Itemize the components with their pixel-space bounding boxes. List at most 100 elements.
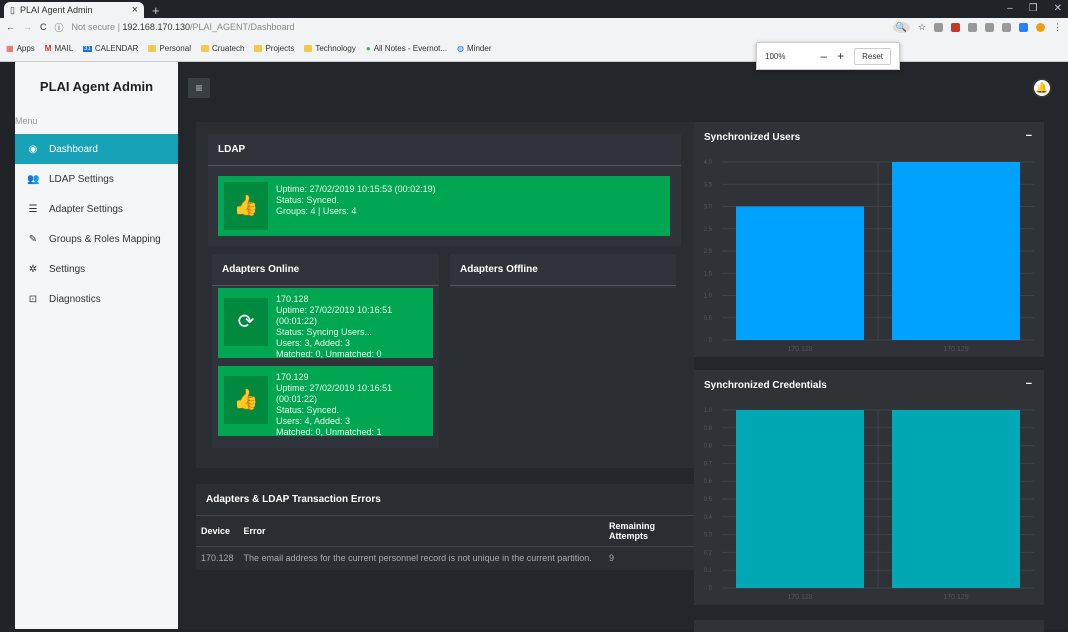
new-tab-button[interactable]: +	[152, 3, 160, 18]
bookmark-technology[interactable]: Technology	[304, 44, 356, 53]
adapter-card: ⟳ 170.128 Uptime: 27/02/2019 10:16:51 (0…	[218, 288, 433, 359]
sidebar-item-label: Diagnostics	[49, 293, 101, 305]
x-tick-label: 170.129	[943, 346, 968, 353]
y-tick-label: 2.0	[704, 249, 713, 255]
adapter-name: 170.128	[276, 294, 309, 304]
notification-bell-icon[interactable]: 🔔	[1032, 78, 1052, 98]
folder-icon	[254, 45, 263, 52]
bar	[736, 206, 864, 340]
ldap-card: 👍 Uptime: 27/02/2019 10:15:53 (00:02:19)…	[218, 176, 670, 236]
adapters-offline-title: Adapters Offline	[450, 254, 676, 286]
minimize-panel-button[interactable]: −	[1026, 130, 1032, 142]
bar	[736, 410, 864, 588]
close-tab-icon[interactable]: ×	[132, 4, 138, 16]
y-tick-label: 0.9	[704, 426, 713, 432]
zoom-reset-button[interactable]: Reset	[854, 47, 891, 65]
zoom-out-button[interactable]: –	[820, 49, 827, 63]
sidebar-item-diagnostics[interactable]: ⊡ Diagnostics	[15, 284, 178, 314]
y-tick-label: 0.4	[704, 515, 713, 521]
extension-icon[interactable]	[985, 22, 994, 32]
bookmark-mail[interactable]: M MAIL	[45, 44, 73, 53]
y-tick-label: 0	[709, 338, 713, 344]
sidebar-item-settings[interactable]: ✲ Settings	[15, 254, 178, 284]
y-tick-label: 0.7	[704, 461, 713, 467]
sidebar-item-ldap-settings[interactable]: 👥 LDAP Settings	[15, 164, 178, 194]
browser-chrome: ▯ PLAI Agent Admin × + – ❐ ✕ ← → C ⓘ Not…	[0, 0, 1068, 62]
y-tick-label: 0.1	[704, 568, 713, 574]
extension-icon[interactable]	[1002, 22, 1011, 32]
adapter-users: Users: 3, Added: 3	[276, 338, 351, 348]
zoom-in-button[interactable]: +	[837, 49, 844, 63]
magic-icon: ✎	[28, 233, 38, 245]
close-window-icon[interactable]: ✕	[1054, 3, 1062, 14]
y-tick-label: 2.5	[704, 227, 713, 233]
thumbs-up-icon: 👍	[224, 376, 268, 424]
bookmark-projects[interactable]: Projects	[254, 44, 294, 53]
extension-icon[interactable]	[968, 22, 977, 32]
y-tick-label: 3.0	[704, 205, 713, 211]
folder-icon	[148, 45, 157, 52]
y-tick-label: 0.5	[704, 497, 713, 503]
ldap-status: Status: Synced.	[276, 195, 340, 205]
sidebar-item-adapter-settings[interactable]: ☰ Adapter Settings	[15, 194, 178, 224]
adapter-uptime: Uptime: 27/02/2019 10:16:51 (00:01:22)	[276, 305, 393, 326]
errors-table: Device Error Remaining Attempts 170.128 …	[196, 516, 694, 569]
adapter-uptime: Uptime: 27/02/2019 10:16:51 (00:01:22)	[276, 383, 393, 404]
x-tick-label: 170.129	[943, 594, 968, 601]
bookmark-personal[interactable]: Personal	[148, 44, 191, 53]
restore-icon[interactable]: ❐	[1029, 3, 1038, 14]
thumbs-up-icon: 👍	[224, 182, 268, 230]
tab-strip: ▯ PLAI Agent Admin × + – ❐ ✕	[0, 0, 1068, 18]
adapters-online-panel: Adapters Online ⟳ 170.128 Uptime: 27/02/…	[212, 254, 439, 448]
evernote-icon: ●	[365, 44, 371, 53]
extension-icon[interactable]	[934, 22, 943, 32]
zoom-icon[interactable]: 🔍	[892, 21, 910, 33]
bookmark-evernote[interactable]: ● All Notes - Evernot...	[366, 44, 447, 53]
minimize-icon[interactable]: –	[1007, 3, 1013, 14]
browser-tab[interactable]: ▯ PLAI Agent Admin ×	[4, 2, 144, 18]
y-tick-label: 0.5	[704, 316, 713, 322]
adapter-status: Status: Synced.	[276, 405, 340, 415]
window-controls: – ❐ ✕	[1007, 3, 1062, 14]
url-field[interactable]: Not secure | 192.168.170.130/PLAI_AGENT/…	[72, 22, 295, 32]
adapter-status: Status: Syncing Users...	[276, 327, 373, 337]
url-path: /PLAI_AGENT/Dashboard	[189, 22, 295, 32]
globe-icon: ◍	[457, 44, 465, 53]
adapters-online-title: Adapters Online	[212, 254, 439, 286]
sidebar-item-label: LDAP Settings	[49, 173, 114, 185]
info-icon[interactable]: ⓘ	[55, 21, 64, 34]
bookmark-cruatech[interactable]: Cruatech	[200, 44, 244, 53]
x-tick-label: 170.128	[787, 594, 812, 601]
sidebar-item-label: Groups & Roles Mapping	[49, 233, 161, 245]
zoom-level: 100%	[765, 51, 786, 61]
table-cell: 170.128	[201, 553, 234, 563]
y-tick-label: 0.8	[704, 444, 713, 450]
forward-icon[interactable]: →	[23, 22, 32, 32]
synchronized-users-panel: Synchronized Users − 0 0.5 1.0 1.5 2.0 2.5 3.0…	[694, 122, 1044, 357]
reload-icon[interactable]: C	[40, 22, 47, 32]
sync-icon: ⟳	[224, 298, 268, 346]
adapter-users: Users: 4, Added: 3	[276, 416, 351, 426]
y-tick-label: 0.6	[704, 479, 713, 485]
page-icon: ▯	[10, 4, 15, 15]
sidebar-item-label: Settings	[49, 263, 86, 275]
extension-icon[interactable]	[951, 22, 960, 32]
menu-icon[interactable]: ⋮	[1053, 22, 1062, 33]
sidebar-item-dashboard[interactable]: ◉ Dashboard	[15, 134, 178, 164]
hamburger-menu-icon[interactable]: ≡	[188, 78, 210, 98]
sidebar: PLAI Agent Admin Menu ◉ Dashboard 👥 LDAP Se…	[15, 62, 178, 629]
column-header: Remaining Attempts	[604, 516, 694, 547]
star-icon[interactable]: ☆	[918, 22, 926, 33]
back-icon[interactable]: ←	[6, 22, 15, 32]
security-label: Not secure	[71, 22, 116, 32]
bookmarks-bar: ▦ Apps M MAIL 31 CALENDAR Personal Cruatech…	[0, 36, 1068, 62]
extension-icon[interactable]	[1019, 22, 1028, 32]
profile-icon[interactable]	[1036, 22, 1045, 32]
bookmark-calendar[interactable]: 31 CALENDAR	[83, 44, 138, 53]
bookmark-apps[interactable]: ▦ Apps	[6, 44, 35, 53]
bookmark-minder[interactable]: ◍ Minder	[457, 44, 491, 53]
adapter-name: 170.129	[276, 372, 309, 382]
dashboard-icon: ◉	[28, 143, 38, 155]
sidebar-item-groups-roles-mapping[interactable]: ✎ Groups & Roles Mapping	[15, 224, 178, 254]
minimize-panel-button[interactable]: −	[1026, 378, 1032, 390]
